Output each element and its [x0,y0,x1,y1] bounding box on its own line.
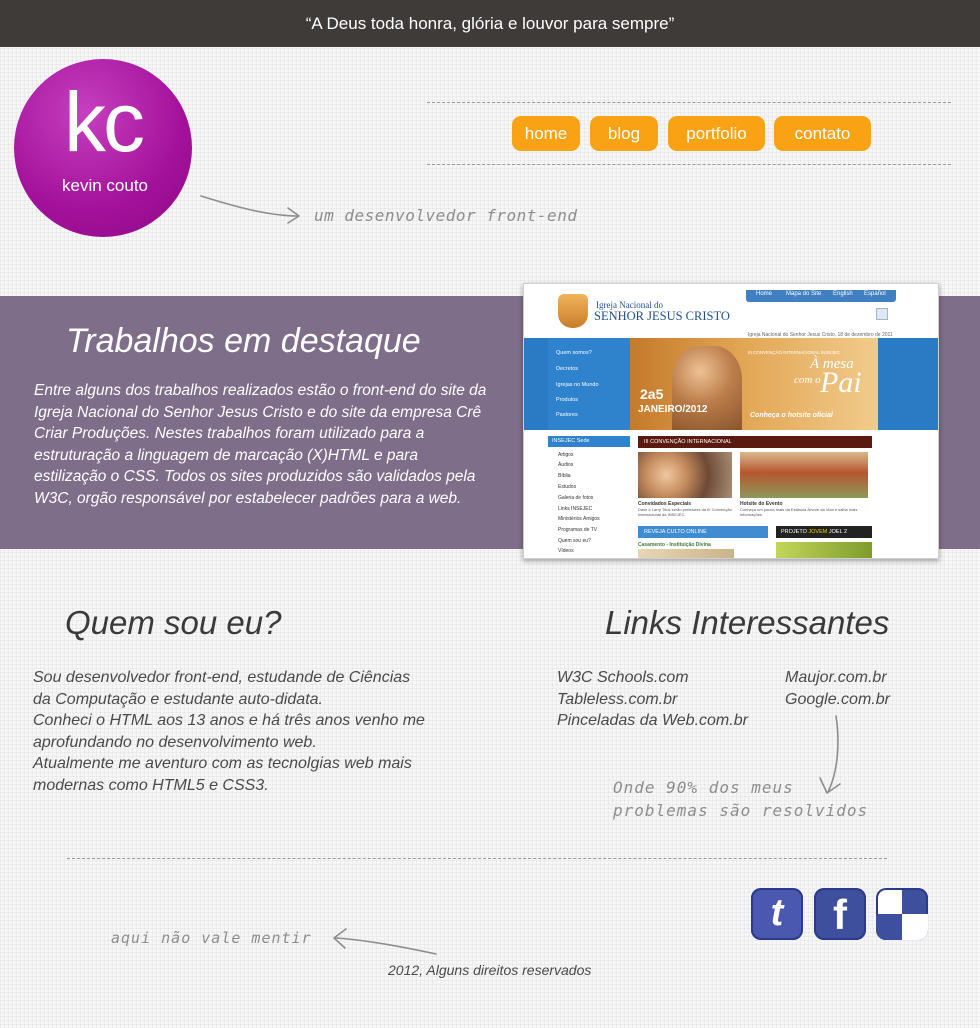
shot-subnav-link[interactable]: Estudos [558,484,576,490]
shot-tweet-icon [876,308,888,320]
nav-contato-button[interactable]: contato [774,116,871,151]
delicious-block [876,914,902,940]
tagline-arrow-icon [200,195,300,224]
footer-divider [67,858,887,859]
link-w3schools[interactable]: W3C Schools.com [557,667,748,689]
about-text: Sou desenvolvedor front-end, estudande d… [33,667,433,797]
shot-culto-bar[interactable]: REVEJA CULTO ONLINE [638,526,768,538]
facebook-glyph: f [833,891,847,938]
links-note-line1: Onde 90% dos meus [613,778,794,797]
shot-topnav-espanol[interactable]: Español [864,291,886,297]
shot-projeto-bar[interactable]: PROJETO JOVEM JOEL 2 [776,526,872,538]
shot-menu-item[interactable]: Igrejas no Mundo [556,382,599,388]
shot-culto-item[interactable]: Casamento - Instituição Divina [638,542,711,548]
links-column-1: W3C Schools.com Tableless.com.br Pincela… [557,667,748,732]
nav-divider-bottom [427,164,951,165]
shot-topnav-map[interactable]: Mapa do Site [786,291,821,297]
footer-arrow-icon [333,928,437,955]
shot-topnav-home[interactable]: Home [756,291,772,297]
about-line: Sou desenvolvedor front-end, estudande d… [33,669,411,686]
shot-menu-item[interactable]: Decretos [556,366,578,372]
top-quote-bar: “A Deus toda honra, glória e louvor para… [0,0,980,47]
shot-menu-item[interactable]: Pastores [556,412,578,418]
facebook-icon[interactable]: f [814,888,866,940]
nav-portfolio-button[interactable]: portfolio [668,116,765,151]
shot-topnav: Home Mapa do Site English Español [746,290,896,302]
shot-subnav-header: INSEJEC Sede [548,436,630,447]
nav-home-button[interactable]: home [512,116,580,151]
shot-banner-event: III CONVENÇÃO INTERNACIONAL INSEJEC [748,350,840,355]
featured-title: Trabalhos em destaque [66,322,421,360]
shot-logo-bottom: SENHOR JESUS CRISTO [594,309,730,323]
about-line: aprofundando no desenvolvimento web. [33,733,317,751]
link-google[interactable]: Google.com.br [785,689,890,711]
about-line: da Computação e estudante auto-didata. [33,690,323,708]
shot-culto-label: REVEJA CULTO ONLINE [644,529,707,535]
delicious-block [902,914,928,940]
tagline: um desenvolvedor front-end [314,206,578,225]
link-maujor[interactable]: Maujor.com.br [785,667,890,689]
links-note-line2: problemas são resolvidos [613,801,869,820]
shot-banner[interactable]: III CONVENÇÃO INTERNACIONAL INSEJEC À me… [630,338,878,430]
link-tableless[interactable]: Tableless.com.br [557,689,748,711]
footer-copyright: 2012, Alguns direitos reservados [388,962,592,978]
shot-guests-photo [638,452,732,498]
shot-sidemenu: Quem somos? Decretos Igrejas no Mundo Pr… [548,338,630,430]
about-title: Quem sou eu? [65,604,282,641]
shot-banner-people [672,346,742,430]
shot-subnav-link[interactable]: Galeria de fotos [558,495,593,501]
featured-screenshot[interactable]: Igreja Nacional do SENHOR JESUS CRISTO H… [523,283,939,559]
shot-projeto-a: PROJETO [781,529,809,535]
nav-blog-button[interactable]: blog [590,116,658,151]
shot-video-thumb [638,549,734,558]
shot-subnav-link[interactable]: Links INSEJEC [558,506,592,512]
shot-projeto-b: JOVEM [808,529,828,535]
shot-subnav-link[interactable]: Programas de TV [558,527,597,533]
shot-subnav-link[interactable]: Artigos [558,452,574,458]
nav-divider-top [427,102,951,103]
logo-name: kevin couto [62,176,148,195]
links-note-arrow-icon [819,715,841,794]
shot-banner-cta: Conheça o hotsite oficial [750,412,833,419]
shot-banner-month: JANEIRO/2012 [638,404,708,415]
shot-subnav-link[interactable]: Ministérios Amigos [558,516,600,522]
shot-banner-title3: Pai [820,366,862,399]
shot-hotsite-photo [740,452,868,498]
links-column-2: Maujor.com.br Google.com.br [785,667,890,710]
about-line: Conheci o HTML aos 13 anos e há três ano… [33,712,425,730]
delicious-icon[interactable] [876,888,928,940]
shot-hotsite-text: Conheça um pouco mais da Estância Árvore… [740,507,858,517]
shot-banner-title2: com o [794,374,821,386]
shot-projeto-photo [776,542,872,558]
footer-note: aqui não vale mentir [111,929,312,947]
shot-banner-date: 2a5 [640,386,664,402]
shot-topnav-english[interactable]: English [833,291,853,297]
featured-text: Entre alguns dos trabalhos realizados es… [34,382,487,507]
shot-projeto-c: JOEL 2 [827,529,848,535]
links-title: Links Interessantes [605,604,890,641]
shot-guests-text: Dave e Larry Titus serão preletores da I… [638,507,732,517]
shot-subnav-link[interactable]: Quem sou eu? [558,538,591,544]
top-quote: “A Deus toda honra, glória e louvor para… [305,14,675,33]
logo-initials: kc [64,75,145,169]
shot-menu-item[interactable]: Quem somos? [556,350,592,356]
shot-subnav: INSEJEC Sede Artigos Áudios Bíblia Estud… [548,436,630,556]
about-line: Atualmente me aventuro com as tecnolgias… [33,755,412,773]
shot-subnav-link[interactable]: Bíblia [558,473,571,479]
shot-menu-item[interactable]: Produtos [556,397,578,403]
shot-logo-mark [558,294,588,328]
logo[interactable]: kc kevin couto [14,59,192,237]
about-line: modernas como HTML5 e CSS3. [33,776,269,794]
shot-subnav-link[interactable]: Vídeos [558,548,574,554]
twitter-icon[interactable]: t [751,888,803,940]
twitter-glyph: t [770,892,784,934]
shot-convention-header: III CONVENÇÃO INTERNACIONAL [638,436,872,448]
shot-subnav-link[interactable]: Áudios [558,462,573,468]
link-pinceladas[interactable]: Pinceladas da Web.com.br [557,710,748,732]
